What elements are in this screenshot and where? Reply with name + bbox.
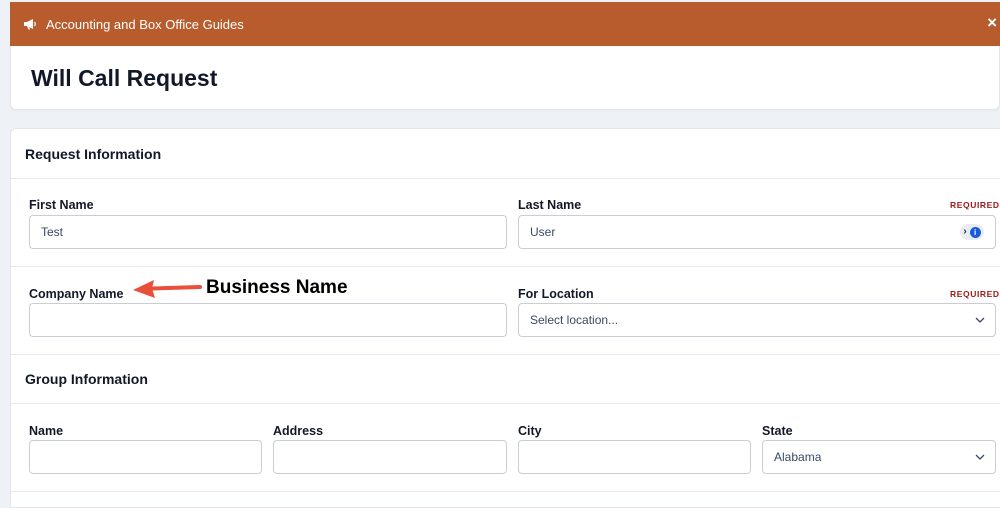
first-name-value: Test — [41, 225, 64, 239]
annotation-label: Business Name — [206, 277, 348, 298]
last-name-label: Last Name — [518, 198, 582, 212]
company-name-label: Company Name — [29, 287, 124, 301]
for-location-required-badge: REQUIRED — [950, 289, 1000, 299]
address-input[interactable] — [273, 440, 507, 474]
section-title-group: Group Information — [25, 371, 148, 387]
last-name-value: User — [530, 225, 556, 239]
page-title: Will Call Request — [31, 65, 218, 91]
first-name-label: First Name — [29, 198, 94, 212]
for-location-selected: Select location... — [530, 313, 619, 327]
chevron-down-icon — [975, 454, 985, 460]
for-location-select[interactable]: Select location... — [518, 303, 996, 337]
megaphone-icon — [23, 17, 37, 31]
city-input[interactable] — [518, 440, 751, 474]
state-selected: Alabama — [774, 450, 822, 464]
city-label: City — [518, 424, 542, 438]
page-header: Will Call Request — [10, 46, 1000, 110]
group-name-input[interactable] — [29, 440, 262, 474]
annotation-arrow — [133, 280, 202, 298]
company-name-input[interactable] — [29, 303, 507, 337]
state-label: State — [762, 424, 793, 438]
will-call-form: Request Information First Name Test Last… — [10, 128, 1000, 508]
for-location-label: For Location — [518, 287, 594, 301]
close-icon[interactable]: × — [987, 14, 997, 31]
row-divider — [11, 266, 1000, 267]
state-select[interactable]: Alabama — [762, 440, 996, 474]
announcement-banner: Accounting and Box Office Guides × — [10, 2, 1000, 46]
last-name-input[interactable]: User › i — [518, 215, 996, 249]
section-title-request: Request Information — [25, 146, 162, 162]
group-information-header: Group Information — [11, 354, 1000, 404]
banner-title[interactable]: Accounting and Box Office Guides — [46, 17, 244, 32]
group-name-label: Name — [29, 424, 64, 438]
row-divider — [11, 491, 1000, 492]
chevron-down-icon — [975, 317, 985, 323]
last-name-required-badge: REQUIRED — [950, 200, 1000, 210]
address-label: Address — [273, 424, 324, 438]
password-manager-icon[interactable]: › i — [960, 224, 984, 240]
first-name-input[interactable]: Test — [29, 215, 507, 249]
request-information-header: Request Information — [11, 129, 1000, 179]
